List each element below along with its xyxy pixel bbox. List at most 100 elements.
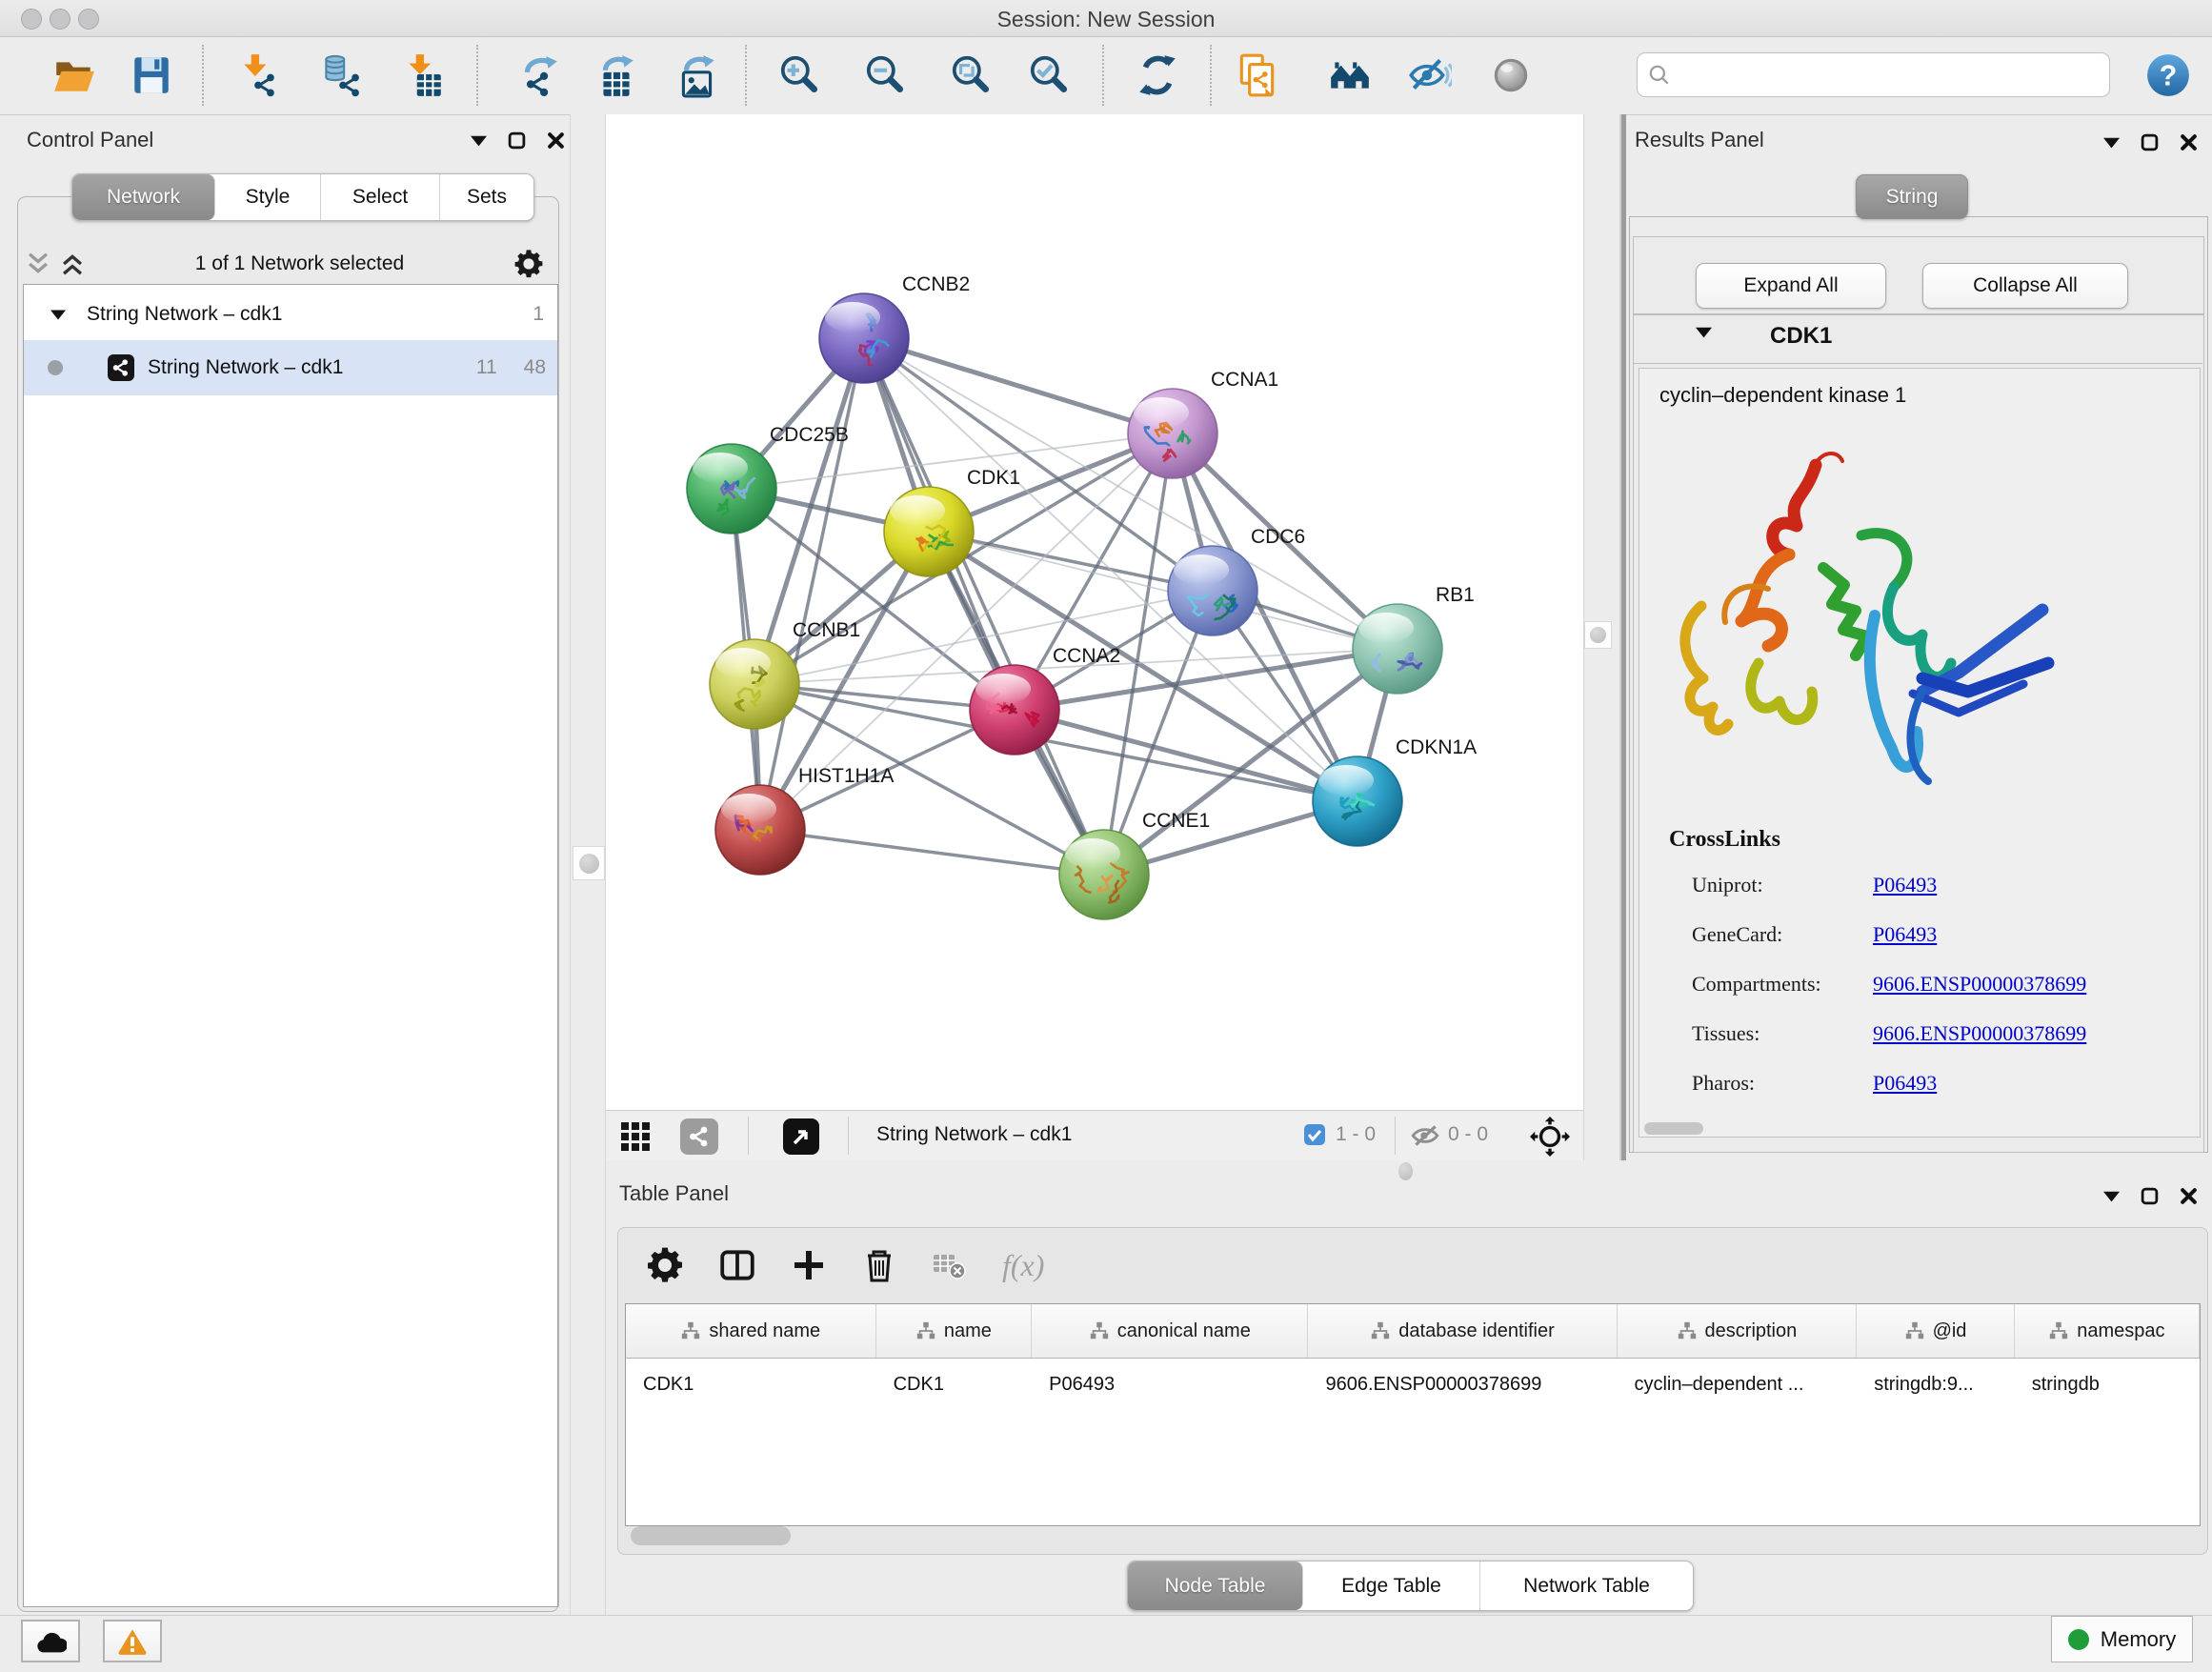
tab-network[interactable]: Network [72, 174, 215, 220]
selected-checkbox-icon[interactable] [1303, 1123, 1326, 1146]
tab-sets[interactable]: Sets [440, 174, 533, 220]
crosslink-value-link[interactable]: 9606.ENSP00000378699 [1873, 1021, 2086, 1046]
edge-CCNB2-CCNA1[interactable] [864, 338, 1173, 433]
column-header-database-identifier[interactable]: database identifier [1308, 1304, 1617, 1358]
expand-all-button[interactable]: Expand All [1696, 263, 1886, 309]
panel-close-icon[interactable] [2180, 1187, 2198, 1205]
tree-expand-icon[interactable] [50, 310, 66, 320]
export-table-icon[interactable] [593, 52, 639, 98]
column-header-shared-name[interactable]: shared name [626, 1304, 876, 1358]
table-cell[interactable]: CDK1 [876, 1374, 1033, 1396]
column-header-@id[interactable]: @id [1857, 1304, 2015, 1358]
zoom-selected-icon[interactable] [1026, 52, 1072, 98]
column-header-canonical-name[interactable]: canonical name [1032, 1304, 1308, 1358]
table-cell[interactable]: stringdb [2015, 1374, 2200, 1396]
tab-edge-table[interactable]: Edge Table [1303, 1561, 1480, 1610]
export-network-icon[interactable] [515, 52, 561, 98]
node-CCNB1[interactable]: CCNB1 [710, 619, 860, 729]
birds-eye-view-icon[interactable] [783, 1118, 819, 1155]
horizontal-splitter[interactable] [606, 1160, 2212, 1177]
tab-node-table[interactable]: Node Table [1128, 1561, 1303, 1610]
table-cell[interactable]: 9606.ENSP00000378699 [1308, 1374, 1617, 1396]
horizontal-splitter-handle[interactable] [1398, 1162, 1413, 1180]
table-settings-gear-icon[interactable] [646, 1246, 684, 1284]
column-header-name[interactable]: name [876, 1304, 1033, 1358]
hide-selected-eye-icon[interactable] [1406, 52, 1452, 98]
crosslink-value-link[interactable]: P06493 [1873, 873, 1937, 897]
hidden-eye-slash-icon[interactable] [1410, 1123, 1440, 1148]
collapse-all-icon[interactable] [25, 252, 51, 276]
column-header-namespac[interactable]: namespac [2015, 1304, 2200, 1358]
table-cell[interactable]: stringdb:9... [1857, 1374, 2015, 1396]
edge-CDK1-RB1[interactable] [929, 532, 1398, 649]
zoom-fit-icon[interactable] [948, 52, 994, 98]
zoom-out-icon[interactable] [862, 52, 908, 98]
help-icon[interactable]: ? [2145, 52, 2191, 98]
table-cell[interactable]: CDK1 [626, 1374, 876, 1396]
left-splitter-handle[interactable] [573, 846, 605, 880]
memory-button[interactable]: Memory [2051, 1616, 2193, 1662]
warning-status-button[interactable] [103, 1620, 162, 1662]
node-CDK1[interactable]: CDK1 [884, 467, 1020, 576]
column-header-description[interactable]: description [1618, 1304, 1858, 1358]
expand-all-icon[interactable] [59, 252, 86, 276]
panel-collapse-icon[interactable] [2103, 1191, 2120, 1202]
network-share-view-icon[interactable] [680, 1118, 718, 1155]
save-session-icon[interactable] [129, 52, 174, 98]
search-box[interactable] [1637, 52, 2110, 97]
edge-HIST1H1A-CCNE1[interactable] [760, 830, 1104, 875]
panel-float-icon[interactable] [508, 131, 526, 150]
import-network-file-icon[interactable] [235, 52, 281, 98]
refresh-icon[interactable] [1135, 52, 1180, 98]
right-splitter[interactable] [1583, 114, 1620, 1160]
grid-view-icon[interactable] [619, 1120, 652, 1153]
results-hscrollbar[interactable] [1644, 1122, 1703, 1135]
search-input[interactable] [1672, 63, 2109, 88]
panel-close-icon[interactable] [2180, 133, 2198, 151]
zoom-in-icon[interactable] [776, 52, 822, 98]
collapse-all-button[interactable]: Collapse All [1922, 263, 2128, 309]
import-network-database-icon[interactable] [318, 52, 364, 98]
delete-column-icon[interactable] [861, 1247, 897, 1283]
network-collection-row[interactable]: String Network – cdk1 1 [24, 289, 557, 340]
node-CDC6[interactable]: CDC6 [1168, 526, 1305, 635]
node-CDKN1A[interactable]: CDKN1A [1313, 736, 1477, 846]
network-options-gear-icon[interactable] [513, 249, 544, 279]
panel-collapse-icon[interactable] [2103, 137, 2120, 149]
import-table-icon[interactable] [400, 52, 446, 98]
tab-network-table[interactable]: Network Table [1480, 1561, 1693, 1610]
panel-close-icon[interactable] [547, 131, 565, 150]
table-hscrollbar[interactable] [631, 1526, 791, 1545]
edge-CCNB2-CCNE1[interactable] [864, 338, 1104, 875]
open-session-icon[interactable] [51, 52, 97, 98]
table-row[interactable]: CDK1CDK1P064939606.ENSP00000378699cyclin… [626, 1359, 2200, 1410]
network-graph[interactable]: CCNB2CCNA1CDC25BCDK1CDC6RB1CCNB1CCNA2CDK… [606, 114, 1583, 1110]
node-HIST1H1A[interactable]: HIST1H1A [715, 765, 894, 875]
node-CCNB2[interactable]: CCNB2 [819, 273, 970, 383]
pan-crosshair-icon[interactable] [1530, 1117, 1570, 1157]
table-cell[interactable]: cyclin–dependent ... [1617, 1374, 1857, 1396]
network-row-selected[interactable]: String Network – cdk1 11 48 [24, 340, 557, 395]
show-columns-icon[interactable] [718, 1246, 756, 1284]
cloud-status-button[interactable] [21, 1620, 80, 1662]
export-image-icon[interactable] [674, 52, 720, 98]
crosslink-value-link[interactable]: P06493 [1873, 922, 1937, 947]
crosslink-value-link[interactable]: 9606.ENSP00000378699 [1873, 972, 2086, 997]
node-RB1[interactable]: RB1 [1353, 584, 1475, 694]
table-cell[interactable]: P06493 [1032, 1374, 1308, 1396]
left-splitter[interactable] [570, 114, 606, 1615]
gene-expand-icon[interactable] [1696, 327, 1712, 338]
panel-float-icon[interactable] [2141, 133, 2159, 151]
panel-float-icon[interactable] [2141, 1187, 2159, 1205]
tab-string[interactable]: String [1856, 174, 1968, 219]
panel-collapse-icon[interactable] [471, 135, 487, 147]
tab-style[interactable]: Style [215, 174, 321, 220]
crosslink-value-link[interactable]: P06493 [1873, 1071, 1937, 1096]
edge-CCNB2-HIST1H1A[interactable] [760, 338, 864, 830]
right-splitter-handle[interactable] [1584, 621, 1612, 649]
tab-select[interactable]: Select [321, 174, 440, 220]
add-column-icon[interactable] [791, 1247, 827, 1283]
clone-network-icon[interactable] [1235, 52, 1280, 98]
node-CCNA1[interactable]: CCNA1 [1128, 369, 1278, 478]
home-houses-icon[interactable] [1327, 52, 1373, 98]
